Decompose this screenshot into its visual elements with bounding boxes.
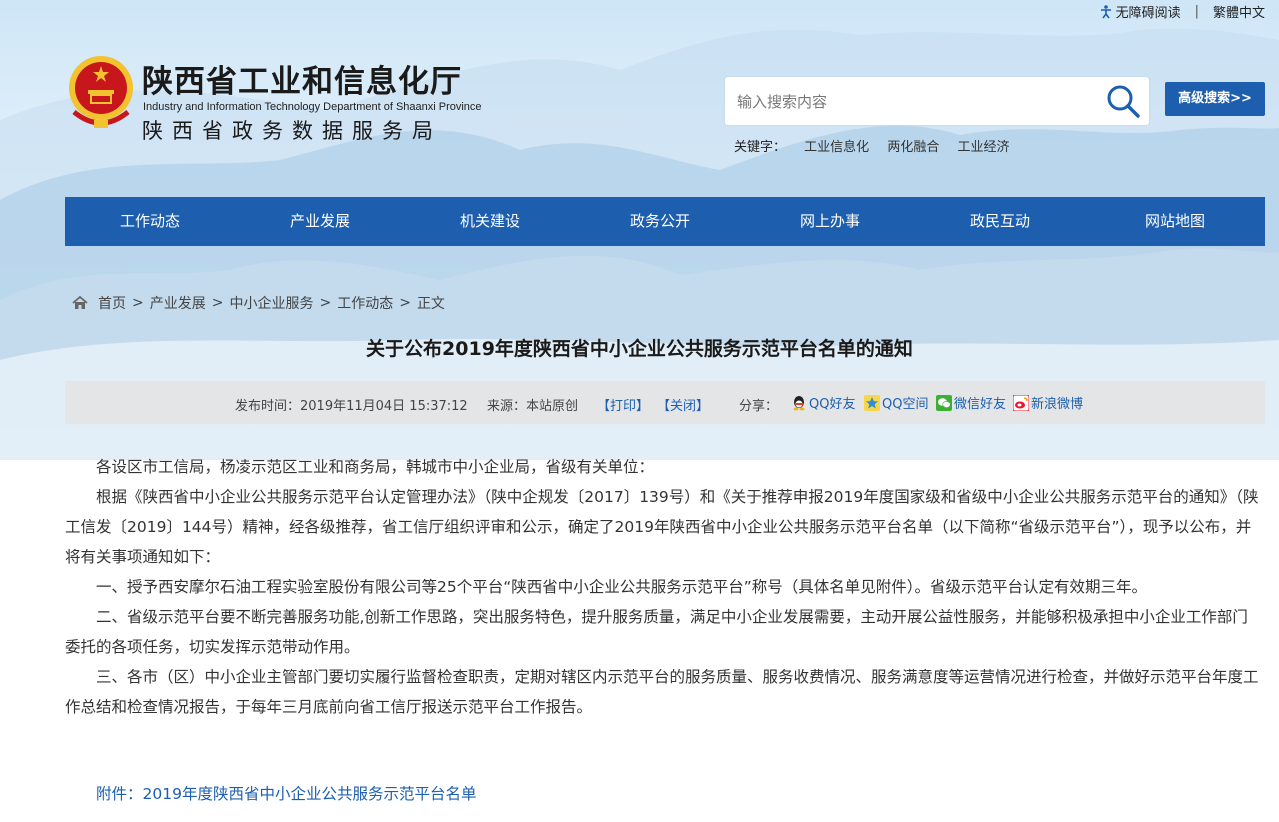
- share-label: 分享：: [739, 399, 779, 414]
- home-icon: [72, 296, 88, 309]
- breadcrumb-work-news[interactable]: 工作动态: [337, 293, 393, 313]
- share-qq-zone-label: QQ空间: [882, 397, 929, 412]
- article-source: 来源：本站原创: [487, 399, 579, 414]
- site-subtitle: 陕西省政务数据服务局: [142, 119, 442, 143]
- national-emblem-logo[interactable]: [66, 54, 136, 132]
- keyword-link[interactable]: 工业信息化: [804, 140, 869, 155]
- nav-item-work-news[interactable]: 工作动态: [65, 197, 235, 246]
- article-meta-bar: 发布时间：2019年11月04日 15:37:12 来源：本站原创 【打印】 【…: [65, 381, 1265, 424]
- article-paragraph: 根据《陕西省中小企业公共服务示范平台认定管理办法》（陕中企规发〔2017〕139…: [65, 488, 1259, 566]
- site-title[interactable]: 陕西省工业和信息化厅: [142, 56, 462, 101]
- site-title-english: Industry and Information Technology Depa…: [143, 101, 482, 113]
- nav-item-government-affairs[interactable]: 政务公开: [575, 197, 745, 246]
- top-utility-bar: 无障碍阅读 | 繁體中文: [1100, 2, 1265, 21]
- search-box: [725, 77, 1149, 125]
- keywords-label: 关键字：: [734, 140, 787, 155]
- article-body: 各设区市工信局，杨凌示范区工业和商务局，韩城市中小企业局，省级有关单位： 根据《…: [65, 452, 1260, 722]
- share-weibo[interactable]: 新浪微博: [1013, 393, 1083, 412]
- breadcrumb-home[interactable]: 首页: [98, 293, 126, 313]
- wechat-icon: [936, 394, 952, 411]
- share-wechat-label: 微信好友: [954, 397, 1007, 412]
- weibo-icon: [1013, 394, 1029, 411]
- article-title: 关于公布2019年度陕西省中小企业公共服务示范平台名单的通知: [366, 338, 913, 360]
- share-qq-friend[interactable]: QQ好友: [791, 393, 855, 412]
- topbar-separator: |: [1194, 4, 1199, 19]
- qzone-star-icon: [864, 394, 880, 411]
- nav-item-online-services[interactable]: 网上办事: [745, 197, 915, 246]
- accessibility-icon: [1100, 4, 1111, 18]
- share-wechat[interactable]: 微信好友: [936, 393, 1006, 412]
- share-weibo-label: 新浪微博: [1031, 397, 1084, 412]
- nav-item-interaction[interactable]: 政民互动: [915, 197, 1085, 246]
- qq-icon: [793, 395, 805, 410]
- main-navigation: 工作动态 产业发展 机关建设 政务公开 网上办事 政民互动 网站地图: [65, 197, 1265, 246]
- close-link[interactable]: 【关闭】: [657, 395, 709, 414]
- search-input[interactable]: [735, 89, 1099, 115]
- article-paragraph: 三、各市（区）中小企业主管部门要切实履行监督检查职责，定期对辖区内示范平台的服务…: [65, 668, 1259, 716]
- breadcrumb-separator: >: [399, 295, 411, 311]
- breadcrumb-industry[interactable]: 产业发展: [150, 293, 206, 313]
- article-paragraph: 二、省级示范平台要不断完善服务功能,创新工作思路，突出服务特色，提升服务质量，满…: [65, 608, 1248, 656]
- breadcrumb-separator: >: [132, 295, 144, 311]
- article-paragraph: 一、授予西安摩尔石油工程实验室股份有限公司等25个平台“陕西省中小企业公共服务示…: [96, 578, 1148, 596]
- search-icon[interactable]: [1105, 83, 1141, 119]
- advanced-search-button[interactable]: 高级搜索>>: [1165, 82, 1265, 116]
- article-paragraph: 各设区市工信局，杨凌示范区工业和商务局，韩城市中小企业局，省级有关单位：: [96, 458, 655, 476]
- share-qq-zone[interactable]: QQ空间: [864, 393, 928, 412]
- breadcrumb-sme-services[interactable]: 中小企业服务: [229, 293, 313, 313]
- search-keywords: 关键字： 工业信息化 两化融合 工业经济: [734, 136, 1009, 155]
- nav-item-organization[interactable]: 机关建设: [405, 197, 575, 246]
- attachment-link[interactable]: 附件：2019年度陕西省中小企业公共服务示范平台名单: [96, 782, 476, 804]
- publish-time: 发布时间：2019年11月04日 15:37:12: [235, 399, 468, 414]
- keyword-link[interactable]: 工业经济: [957, 140, 1009, 155]
- nav-item-industry[interactable]: 产业发展: [235, 197, 405, 246]
- print-link[interactable]: 【打印】: [597, 395, 649, 414]
- breadcrumb-separator: >: [211, 295, 224, 311]
- share-qq-friend-label: QQ好友: [809, 397, 856, 412]
- keyword-link[interactable]: 两化融合: [887, 140, 939, 155]
- nav-item-sitemap[interactable]: 网站地图: [1085, 197, 1265, 246]
- accessibility-link[interactable]: 无障碍阅读: [1116, 2, 1181, 21]
- breadcrumb-separator: >: [319, 295, 332, 311]
- breadcrumb-current: 正文: [416, 296, 445, 312]
- traditional-chinese-link[interactable]: 繁體中文: [1213, 2, 1265, 21]
- breadcrumb: 首页 > 产业发展 > 中小企业服务 > 工作动态 > 正文: [72, 293, 445, 313]
